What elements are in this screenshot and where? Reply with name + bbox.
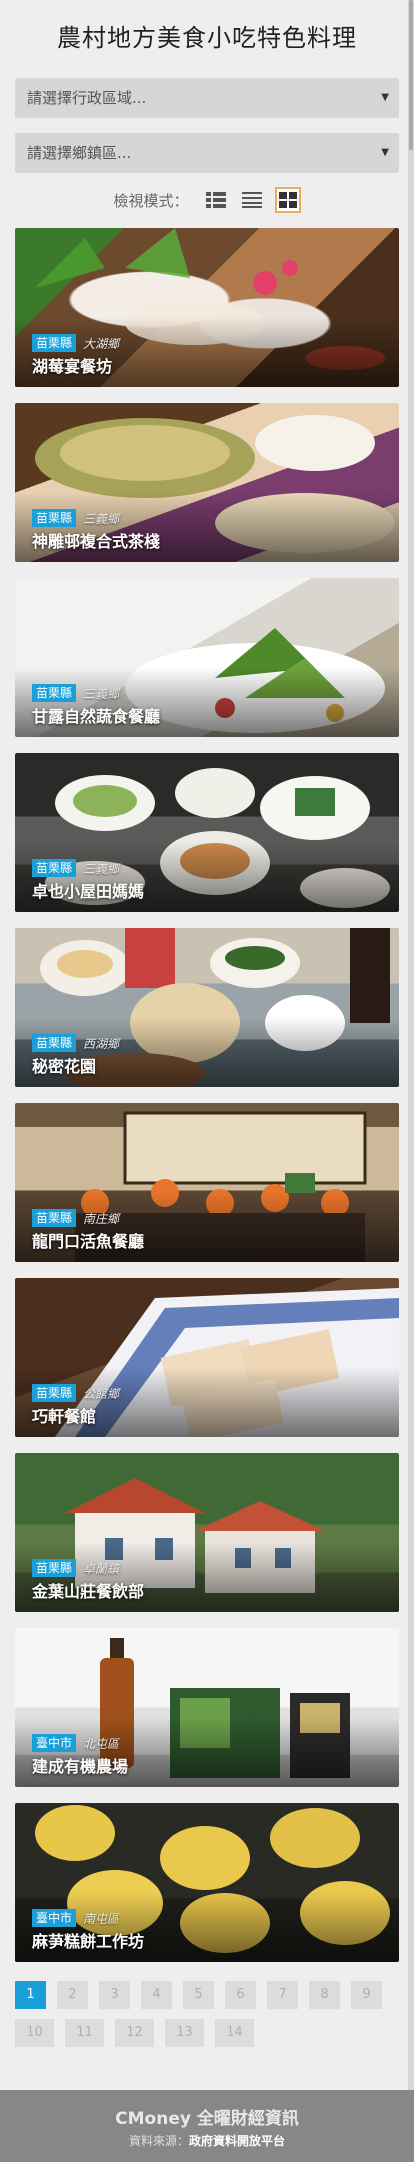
town-label: 公館鄉 (83, 1386, 120, 1401)
restaurant-card[interactable]: 苗栗縣 西湖鄉 秘密花園 (15, 928, 399, 1087)
town-label: 三義鄉 (83, 861, 120, 876)
source-link[interactable]: 政府資料開放平台 (189, 2134, 285, 2148)
township-select[interactable]: 請選擇鄉鎮區... ▼ (15, 133, 399, 173)
page-button-13[interactable]: 13 (165, 2019, 204, 2047)
county-badge: 臺中市 (32, 1909, 77, 1927)
page-button-6[interactable]: 6 (225, 1981, 256, 2009)
pagination-row-1: 1 2 3 4 5 6 7 8 9 (15, 1981, 405, 2009)
card-tag-row: 苗栗縣 三義鄉 (32, 859, 119, 877)
restaurant-name: 秘密花園 (32, 1057, 97, 1076)
restaurant-card[interactable]: 苗栗縣 三義鄉 甘露自然蔬食餐廳 (15, 578, 399, 737)
restaurant-name: 建成有機農場 (32, 1757, 129, 1776)
page-button-8[interactable]: 8 (309, 1981, 340, 2009)
district-select-value: 請選擇行政區域... (27, 89, 147, 107)
list-view-icon (241, 192, 262, 208)
town-label: 大湖鄉 (83, 336, 120, 351)
view-grid-button[interactable] (274, 187, 301, 213)
page-button-5[interactable]: 5 (183, 1981, 214, 2009)
restaurant-name: 龍門口活魚餐廳 (32, 1232, 145, 1251)
county-badge: 臺中市 (32, 1734, 77, 1752)
restaurant-card[interactable]: 苗栗縣 大湖鄉 湖莓宴餐坊 (15, 228, 399, 387)
restaurant-card[interactable]: 苗栗縣 三義鄉 卓也小屋田媽媽 (15, 753, 399, 912)
page-button-10[interactable]: 10 (15, 2019, 54, 2047)
restaurant-name: 金葉山莊餐飲部 (32, 1582, 145, 1601)
restaurant-card[interactable]: 臺中市 北屯區 建成有機農場 (15, 1628, 399, 1787)
county-badge: 苗栗縣 (32, 1384, 77, 1402)
card-tag-row: 苗栗縣 西湖鄉 (32, 1034, 119, 1052)
town-label: 三義鄉 (83, 511, 120, 526)
source-label: 資料來源： (128, 2134, 189, 2148)
card-tag-row: 苗栗縣 卓蘭鎮 (32, 1559, 119, 1577)
chevron-down-icon: ▼ (381, 147, 389, 158)
restaurant-name: 麻芛糕餅工作坊 (32, 1932, 145, 1951)
restaurant-name: 湖莓宴餐坊 (32, 357, 113, 376)
footer-brand[interactable]: CMoney 全曜財經資訊 (0, 2090, 414, 2129)
page-title: 農村地方美食小吃特色料理 (57, 24, 357, 52)
page-button-4[interactable]: 4 (141, 1981, 172, 2009)
chevron-down-icon: ▼ (381, 92, 389, 103)
card-tag-row: 臺中市 北屯區 (32, 1734, 119, 1752)
page-button-2[interactable]: 2 (57, 1981, 88, 2009)
restaurant-card[interactable]: 苗栗縣 卓蘭鎮 金葉山莊餐飲部 (15, 1453, 399, 1612)
page-button-1[interactable]: 1 (15, 1981, 46, 2009)
view-list-button[interactable] (239, 187, 265, 213)
restaurant-name: 甘露自然蔬食餐廳 (32, 707, 161, 726)
card-tag-row: 苗栗縣 三義鄉 (32, 509, 119, 527)
card-tag-row: 臺中市 南屯區 (32, 1909, 119, 1927)
county-badge: 苗栗縣 (32, 1209, 77, 1227)
page-button-12[interactable]: 12 (115, 2019, 154, 2047)
county-badge: 苗栗縣 (32, 509, 77, 527)
page-button-14[interactable]: 14 (215, 2019, 254, 2047)
footer: CMoney 全曜財經資訊 資料來源：政府資料開放平台 (0, 2090, 414, 2162)
restaurant-card[interactable]: 苗栗縣 公館鄉 巧軒餐館 (15, 1278, 399, 1437)
page-button-7[interactable]: 7 (267, 1981, 298, 2009)
table-view-icon (205, 192, 226, 208)
township-select-value: 請選擇鄉鎮區... (27, 144, 132, 162)
view-table-button[interactable] (203, 187, 229, 213)
town-label: 南屯區 (83, 1911, 120, 1926)
card-tag-row: 苗栗縣 公館鄉 (32, 1384, 119, 1402)
card-tag-row: 苗栗縣 南庄鄉 (32, 1209, 119, 1227)
town-label: 三義鄉 (83, 686, 120, 701)
view-mode-bar: 檢視模式： (0, 187, 414, 213)
restaurant-name: 神雕邨複合式茶棧 (32, 532, 161, 551)
page-button-9[interactable]: 9 (351, 1981, 382, 2009)
restaurant-card[interactable]: 苗栗縣 三義鄉 神雕邨複合式茶棧 (15, 403, 399, 562)
restaurant-card[interactable]: 苗栗縣 南庄鄉 龍門口活魚餐廳 (15, 1103, 399, 1262)
page-scrollbar[interactable] (408, 0, 414, 2162)
page-button-3[interactable]: 3 (99, 1981, 130, 2009)
card-tag-row: 苗栗縣 大湖鄉 (32, 334, 119, 352)
grid-view-icon (278, 192, 297, 208)
county-badge: 苗栗縣 (32, 1559, 77, 1577)
restaurant-card[interactable]: 臺中市 南屯區 麻芛糕餅工作坊 (15, 1803, 399, 1962)
town-label: 西湖鄉 (83, 1036, 120, 1051)
town-label: 卓蘭鎮 (83, 1561, 120, 1576)
town-label: 南庄鄉 (83, 1211, 120, 1226)
district-select[interactable]: 請選擇行政區域... ▼ (15, 78, 399, 118)
card-tag-row: 苗栗縣 三義鄉 (32, 684, 119, 702)
pagination-row-2: 10 11 12 13 14 (15, 2019, 405, 2047)
county-badge: 苗栗縣 (32, 1034, 77, 1052)
restaurant-name: 卓也小屋田媽媽 (32, 882, 145, 901)
page-button-11[interactable]: 11 (65, 2019, 104, 2047)
footer-source: 資料來源：政府資料開放平台 (0, 2132, 414, 2149)
view-mode-label: 檢視模式： (113, 191, 189, 210)
county-badge: 苗栗縣 (32, 859, 77, 877)
town-label: 北屯區 (83, 1736, 120, 1751)
county-badge: 苗栗縣 (32, 684, 77, 702)
restaurant-name: 巧軒餐館 (32, 1407, 97, 1426)
county-badge: 苗栗縣 (32, 334, 77, 352)
